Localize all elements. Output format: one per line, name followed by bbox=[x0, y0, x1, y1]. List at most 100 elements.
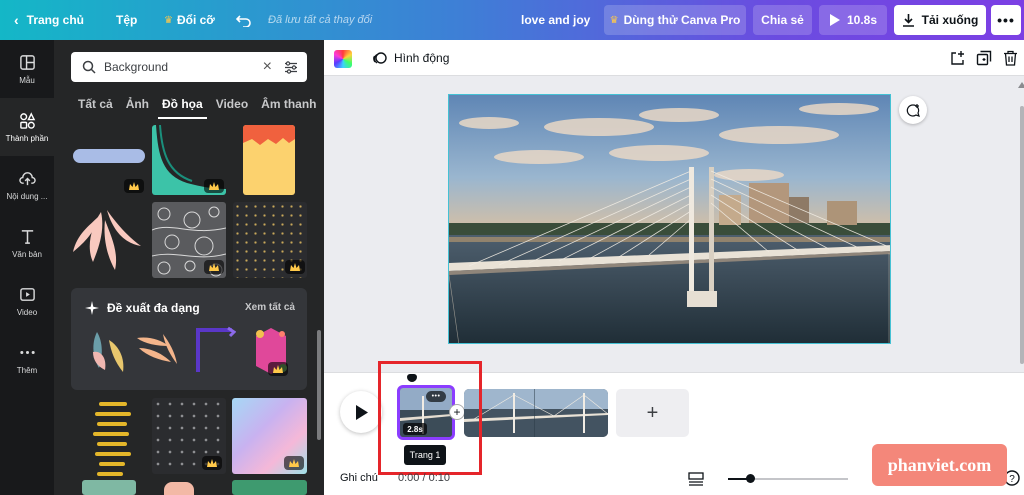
crown-icon bbox=[129, 182, 139, 190]
download-button[interactable]: Tải xuống bbox=[894, 5, 986, 35]
play-icon bbox=[829, 14, 840, 26]
graphic-thumbnail[interactable] bbox=[232, 480, 307, 495]
see-all-link[interactable]: Xem tất cả bbox=[245, 302, 295, 313]
suggestion-badge-frame[interactable] bbox=[254, 326, 288, 376]
project-title[interactable]: love and joy bbox=[521, 0, 590, 40]
category-tabs: Tất cả Ảnh Đồ họa Video Âm thanh bbox=[78, 97, 324, 119]
rail-item-more[interactable]: Thêm bbox=[0, 330, 54, 388]
tab-videos[interactable]: Video bbox=[216, 97, 248, 117]
graphic-thumbnail[interactable] bbox=[152, 398, 226, 474]
suggestion-frame[interactable] bbox=[192, 326, 236, 374]
suggestion-petals[interactable] bbox=[135, 332, 185, 372]
canvas-scrollbar[interactable] bbox=[1020, 106, 1024, 364]
add-page-button[interactable]: + bbox=[616, 389, 689, 437]
design-page[interactable] bbox=[448, 94, 891, 344]
color-picker-button[interactable] bbox=[334, 50, 352, 68]
graphic-thumbnail[interactable] bbox=[71, 125, 147, 195]
comment-add-icon bbox=[906, 103, 920, 117]
shapes-icon bbox=[19, 111, 35, 129]
suggestion-leaves[interactable] bbox=[89, 328, 129, 374]
left-rail: Mẫu Thành phần Nội dung ... Văn bản Vide… bbox=[0, 40, 54, 495]
graphic-thumbnail[interactable] bbox=[152, 125, 226, 195]
graphic-thumbnail[interactable] bbox=[71, 202, 147, 278]
duplicate-icon[interactable] bbox=[976, 50, 992, 66]
gold-brush-shape bbox=[93, 402, 131, 476]
home-button[interactable]: ‹ Trang chủ bbox=[14, 0, 84, 40]
tab-graphics[interactable]: Đồ họa bbox=[158, 97, 207, 119]
comment-button[interactable] bbox=[899, 96, 927, 124]
resize-button[interactable]: ♛ Đổi cỡ bbox=[164, 0, 215, 40]
watermark-badge: phanviet.com bbox=[872, 444, 1007, 486]
text-icon bbox=[21, 229, 33, 244]
present-button[interactable]: 10.8s bbox=[819, 5, 887, 35]
sparkle-icon bbox=[85, 301, 99, 315]
elements-panel: Background × Tất cả Ảnh Đồ họa Video Âm … bbox=[54, 40, 324, 495]
graphic-thumbnail[interactable] bbox=[71, 398, 147, 478]
crown-icon bbox=[273, 365, 283, 373]
tab-photos[interactable]: Ảnh bbox=[126, 97, 149, 117]
undo-button[interactable] bbox=[236, 0, 252, 40]
panel-scrollbar[interactable] bbox=[317, 330, 321, 440]
crown-icon bbox=[207, 459, 217, 467]
crown-icon bbox=[209, 263, 219, 271]
graphic-thumbnail[interactable] bbox=[233, 202, 307, 278]
rail-label: Thêm bbox=[16, 365, 38, 375]
ellipsis-icon: ••• bbox=[997, 12, 1015, 28]
graphic-thumbnail[interactable] bbox=[232, 398, 307, 474]
animate-icon bbox=[373, 51, 387, 64]
pro-badge bbox=[285, 260, 305, 274]
more-options-button[interactable]: ••• bbox=[991, 5, 1021, 35]
rail-item-video[interactable]: Video bbox=[0, 272, 54, 330]
timeline-play-button[interactable] bbox=[340, 391, 382, 433]
petals-shape bbox=[73, 210, 141, 270]
graphic-thumbnail[interactable] bbox=[152, 202, 226, 278]
zoom-slider[interactable] bbox=[728, 474, 848, 483]
share-button[interactable]: Chia sẻ bbox=[753, 5, 812, 35]
crown-icon: ♛ bbox=[164, 14, 173, 26]
trash-icon[interactable] bbox=[1003, 50, 1018, 66]
try-pro-label: Dùng thử Canva Pro bbox=[623, 13, 741, 27]
rail-item-text[interactable]: Văn bản bbox=[0, 214, 54, 272]
suggestions-title: Đề xuất đa dạng bbox=[107, 301, 200, 315]
add-page-icon[interactable] bbox=[950, 50, 966, 66]
graphic-thumbnail[interactable] bbox=[243, 125, 295, 195]
search-box[interactable]: Background × bbox=[71, 52, 307, 82]
graphic-thumbnail[interactable] bbox=[82, 480, 136, 495]
resize-label: Đổi cỡ bbox=[176, 13, 215, 27]
zoom-slider-thumb[interactable] bbox=[746, 474, 755, 483]
crown-icon bbox=[209, 182, 219, 190]
search-input[interactable]: Background bbox=[104, 60, 263, 74]
grid-view-icon[interactable] bbox=[688, 472, 704, 486]
rail-item-uploads[interactable]: Nội dung ... bbox=[0, 156, 54, 214]
file-menu[interactable]: Tệp bbox=[116, 0, 137, 40]
top-bar: ‹ Trang chủ Tệp ♛ Đổi cỡ Đã lưu tất cả t… bbox=[0, 0, 1024, 40]
rail-item-templates[interactable]: Mẫu bbox=[0, 40, 54, 98]
crown-icon: ♛ bbox=[609, 14, 619, 26]
video-icon bbox=[19, 287, 35, 301]
filter-icon[interactable] bbox=[284, 60, 298, 74]
pro-badge bbox=[204, 260, 224, 274]
pro-badge bbox=[124, 179, 144, 193]
context-toolbar: Hình động bbox=[324, 40, 1024, 76]
rail-label: Nội dung ... bbox=[6, 191, 48, 201]
scroll-up-arrow[interactable] bbox=[1018, 80, 1024, 88]
crown-icon bbox=[289, 459, 299, 467]
rail-label: Thành phần bbox=[5, 133, 49, 143]
rail-label: Video bbox=[16, 307, 38, 317]
rail-label: Văn bản bbox=[12, 249, 42, 259]
notes-button[interactable]: Ghi chú bbox=[340, 472, 378, 484]
layout-icon bbox=[19, 54, 35, 70]
tab-audio[interactable]: Âm thanh bbox=[261, 97, 316, 117]
timeline-clip-2[interactable] bbox=[464, 389, 608, 437]
suggestions-section: Đề xuất đa dạng Xem tất cả bbox=[71, 288, 307, 390]
try-pro-button[interactable]: ♛ Dùng thử Canva Pro bbox=[604, 5, 746, 35]
graphic-thumbnail[interactable] bbox=[164, 482, 194, 495]
brush-stroke-shape bbox=[73, 149, 145, 163]
tab-all[interactable]: Tất cả bbox=[78, 97, 113, 117]
pro-badge bbox=[268, 362, 288, 376]
animate-button[interactable]: Hình động bbox=[372, 40, 449, 76]
pro-badge bbox=[202, 456, 222, 470]
clear-icon[interactable]: × bbox=[263, 58, 272, 76]
torn-paper-shape bbox=[243, 125, 295, 145]
rail-item-elements[interactable]: Thành phần bbox=[0, 98, 54, 156]
